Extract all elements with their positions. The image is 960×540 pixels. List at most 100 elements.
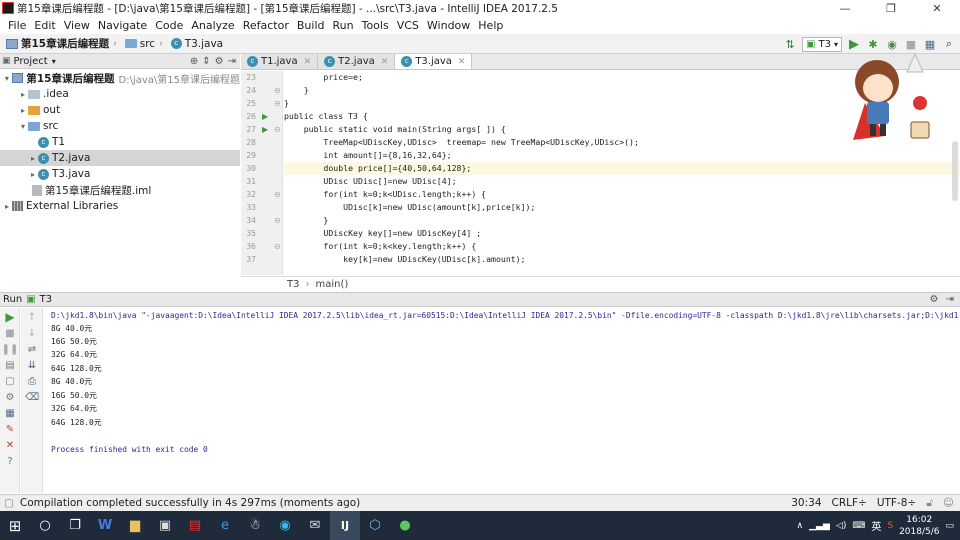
tab-t1[interactable]: c T1.java ✕ [241,54,319,69]
system-clock[interactable]: 16:02 2018/5/6 [899,514,939,538]
help-icon[interactable]: ? [3,454,17,468]
stop-icon[interactable]: ■ [3,326,17,340]
pause-icon[interactable]: ❚❚ [2,342,19,356]
expand-arrow-icon[interactable]: ▸ [18,90,28,99]
crumb-file[interactable]: c T3.java [169,38,225,50]
scroll-to-end-icon[interactable]: ⇊ [25,358,39,372]
menu-edit[interactable]: Edit [30,19,59,32]
collapse-arrow-icon[interactable]: ▾ [18,122,28,131]
fold-icon[interactable]: ⊖ [274,97,281,110]
menu-tools[interactable]: Tools [358,19,393,32]
browser-icon[interactable]: ◉ [270,511,300,540]
menu-code[interactable]: Code [151,19,187,32]
dump-threads-icon[interactable]: ▤ [3,358,17,372]
run-console[interactable]: D:\jkd1.8\bin\java "-javaagent:D:\Idea\I… [44,308,960,493]
up-arrow-icon[interactable]: ↑ [25,310,39,324]
clear-all-icon[interactable]: ⌫ [25,390,39,404]
close-tab-icon[interactable]: ✕ [458,57,466,67]
menu-build[interactable]: Build [293,19,329,32]
caret-position[interactable]: 30:34 [791,497,821,510]
pin-icon[interactable]: ✎ [3,422,17,436]
collapse-icon[interactable]: ⇕ [202,56,210,67]
settings-gear-icon[interactable]: ⚙ [215,56,224,67]
menu-window[interactable]: Window [423,19,474,32]
build-icon[interactable]: ⇅ [783,37,797,51]
task-view-icon[interactable]: ❐ [60,511,90,540]
locate-icon[interactable]: ⊕ [190,56,198,67]
run-class-gutter-icon[interactable]: ▶ [262,110,268,123]
file-explorer-icon[interactable]: ▆ [120,511,150,540]
network-icon[interactable]: ▁▃▅ [809,521,830,531]
intellij-taskbar-icon[interactable]: IJ [330,511,360,540]
tab-t2[interactable]: c T2.java ✕ [318,54,396,69]
expand-arrow-icon[interactable]: ▸ [28,154,38,163]
fold-icon[interactable]: ⊖ [274,240,281,253]
tab-t3[interactable]: c T3.java ✕ [395,54,473,69]
close-tab-icon[interactable]: ✕ [381,57,389,67]
editor-gutter[interactable]: 23 24 25 26 27 28 29 30 31 32 33 34 35 3… [241,71,283,275]
inspector-icon[interactable]: ☺ [943,497,954,510]
word-icon[interactable]: W [90,511,120,540]
layout-icon[interactable]: ▦ [3,406,17,420]
menu-navigate[interactable]: Navigate [94,19,151,32]
close-tab-icon[interactable]: ✕ [304,57,312,67]
menu-help[interactable]: Help [474,19,507,32]
expand-arrow-icon[interactable]: ▸ [2,202,12,211]
menu-run[interactable]: Run [329,19,358,32]
rerun-icon[interactable]: ▶ [3,310,17,324]
breadcrumb-method[interactable]: main() [315,279,348,290]
project-view-selector[interactable]: Project [14,56,48,67]
lock-icon[interactable]: 🔓︎ [926,497,933,510]
settings-gear-icon[interactable]: ⚙ [929,294,938,305]
file-encoding[interactable]: UTF-8÷ [877,497,916,510]
settings-icon[interactable]: ⚙ [3,390,17,404]
crumb-src[interactable]: src › [123,38,169,50]
menu-view[interactable]: View [60,19,94,32]
mail-icon[interactable]: ✉ [300,511,330,540]
status-message[interactable]: Compilation completed successfully in 4s… [20,497,360,509]
close-button[interactable]: ✕ [914,0,960,16]
tree-item-iml[interactable]: 第15章课后编程题.iml [0,182,240,198]
menu-analyze[interactable]: Analyze [187,19,238,32]
tree-item-project-root[interactable]: ▾ 第15章课后编程题 D:\java\第15章课后编程题 [0,70,240,86]
qq-icon[interactable]: ☃ [240,511,270,540]
editor-scrollbar[interactable] [952,141,958,201]
print-icon[interactable]: ⎙ [25,374,39,388]
fold-icon[interactable]: ⊖ [274,123,281,136]
line-separator[interactable]: CRLF÷ [832,497,867,510]
tree-item-src[interactable]: ▾ src [0,118,240,134]
virtualbox-icon[interactable]: ⬡ [360,511,390,540]
volume-icon[interactable]: ◁) [836,521,846,531]
minimize-button[interactable]: — [822,0,868,16]
fold-icon[interactable]: ⊖ [274,84,281,97]
menu-file[interactable]: File [4,19,30,32]
down-arrow-icon[interactable]: ↓ [25,326,39,340]
hide-panel-icon[interactable]: ⇥ [228,56,236,67]
store-icon[interactable]: ▣ [150,511,180,540]
sogou-icon[interactable]: S [887,521,893,531]
expand-arrow-icon[interactable]: ▸ [28,170,38,179]
close-icon[interactable]: ✕ [3,438,17,452]
hide-panel-icon[interactable]: ⇥ [946,294,954,305]
tree-item-t1[interactable]: c T1 [0,134,240,150]
menu-vcs[interactable]: VCS [393,19,423,32]
wechat-icon[interactable]: ● [390,511,420,540]
start-windows-icon[interactable]: ⊞ [0,511,30,540]
tree-item-t3[interactable]: ▸ c T3.java [0,166,240,182]
fold-icon[interactable]: ⊖ [274,214,281,227]
cortana-search-icon[interactable]: ○ [30,511,60,540]
tree-item-t2[interactable]: ▸ c T2.java [0,150,240,166]
menu-refactor[interactable]: Refactor [239,19,293,32]
input-method-indicator[interactable]: 英 [871,518,881,533]
run-main-gutter-icon[interactable]: ▶ [262,123,268,136]
maximize-button[interactable]: ❐ [868,0,914,16]
tree-item-out[interactable]: ▸ out [0,102,240,118]
collapse-arrow-icon[interactable]: ▾ [2,74,12,83]
show-hidden-icons-icon[interactable]: ∧ [797,521,804,531]
run-tab-t3[interactable]: T3 [40,294,52,305]
crumb-project[interactable]: 第15章课后编程题 › [4,36,123,51]
fold-icon[interactable]: ⊖ [274,188,281,201]
run-config-select[interactable]: ▣ T3 ▾ [802,36,842,52]
search-everywhere-icon[interactable]: ⌕ [942,37,956,51]
restore-layout-icon[interactable]: ▢ [3,374,17,388]
